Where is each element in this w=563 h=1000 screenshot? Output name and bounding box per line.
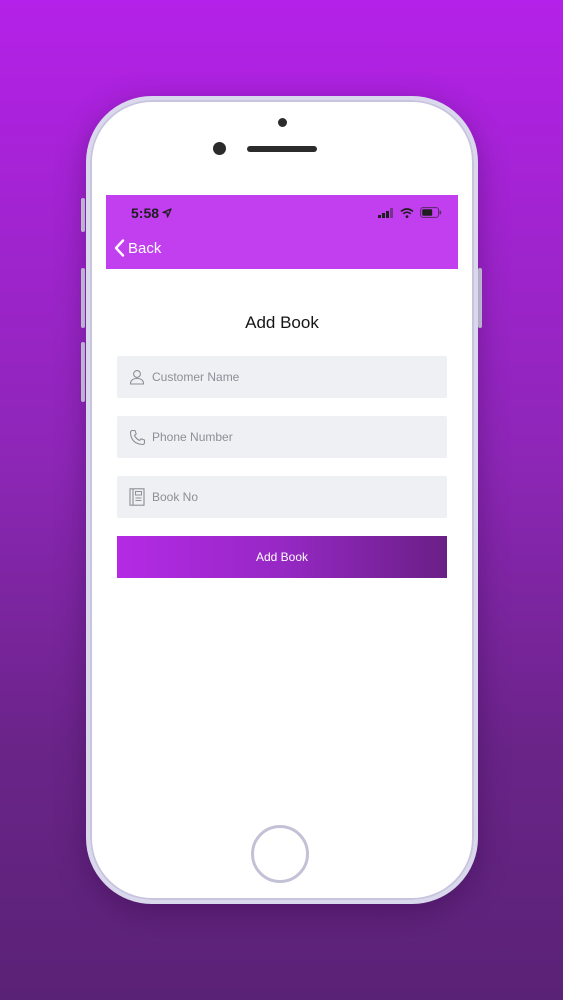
page-title: Add Book (245, 313, 319, 332)
book-no-field[interactable] (117, 476, 447, 518)
back-button[interactable]: Back (114, 239, 161, 257)
location-arrow-icon (162, 208, 172, 218)
volume-down-button (81, 342, 85, 402)
customer-name-input[interactable] (152, 370, 447, 384)
proximity-sensor (278, 118, 287, 127)
book-icon (128, 488, 146, 506)
chevron-left-icon (114, 239, 125, 257)
customer-name-field[interactable] (117, 356, 447, 398)
battery-icon (420, 207, 442, 218)
back-button-label: Back (128, 239, 162, 257)
add-book-button[interactable]: Add Book (117, 536, 447, 578)
status-time-text: 5:58 (131, 205, 160, 221)
phone-number-field[interactable] (117, 416, 447, 458)
status-time: 5:58 (131, 205, 172, 221)
earpiece-speaker (247, 146, 317, 152)
mute-switch (81, 198, 85, 232)
front-camera-icon (213, 142, 226, 155)
navigation-bar: 5:58 Back (106, 195, 458, 269)
status-indicators (378, 207, 442, 218)
wifi-icon (400, 207, 414, 218)
book-no-input[interactable] (152, 490, 447, 504)
user-icon (128, 368, 146, 386)
app-screen: 5:58 Back Add Book Customer Name Phone N… (106, 195, 458, 818)
volume-up-button (81, 268, 85, 328)
power-button (478, 268, 482, 328)
cellular-signal-icon (378, 207, 393, 218)
phone-icon (128, 428, 146, 446)
home-button[interactable] (251, 825, 309, 883)
phone-number-input[interactable] (152, 430, 447, 444)
